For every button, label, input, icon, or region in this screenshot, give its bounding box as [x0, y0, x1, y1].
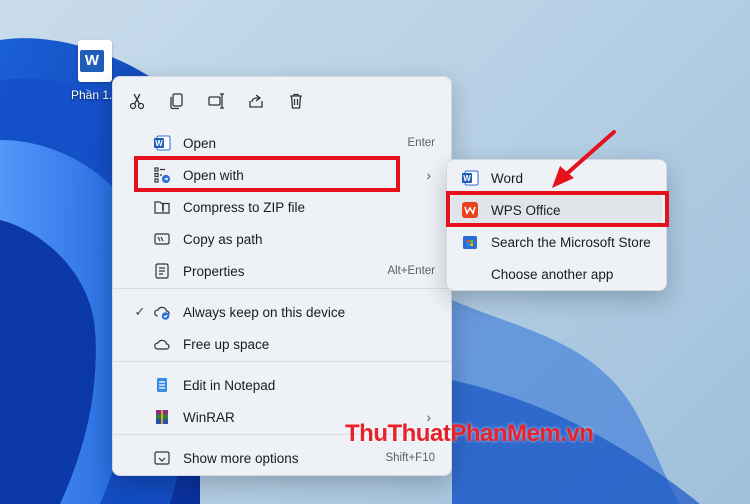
delete-icon[interactable]	[284, 89, 308, 113]
submenu-item-label: Search the Microsoft Store	[491, 234, 651, 250]
menu-item-keep-on-device[interactable]: ✓ Always keep on this device	[133, 297, 435, 327]
menu-item-free-up-space[interactable]: Free up space	[133, 329, 435, 359]
watermark-part: .vn	[560, 420, 594, 447]
submenu-item-label: Choose another app	[491, 266, 614, 282]
empty-icon-slot	[461, 265, 479, 283]
svg-text:W: W	[463, 174, 471, 183]
rename-icon[interactable]	[204, 89, 228, 113]
watermark-part: PhanMem	[450, 420, 561, 447]
zip-icon	[153, 198, 171, 216]
cloud-sync-icon	[153, 303, 171, 321]
menu-toolbar	[113, 77, 451, 123]
menu-item-label: Edit in Notepad	[183, 377, 276, 393]
properties-icon	[153, 262, 171, 280]
word-icon: W	[153, 134, 171, 152]
submenu-item-choose-another-app[interactable]: Choose another app	[451, 259, 662, 289]
menu-item-label: Free up space	[183, 336, 270, 352]
copy-path-icon	[153, 230, 171, 248]
share-icon[interactable]	[244, 89, 268, 113]
menu-item-compress-zip[interactable]: Compress to ZIP file	[133, 192, 435, 222]
store-icon	[461, 233, 479, 251]
annotation-arrow	[552, 130, 616, 188]
menu-item-label: Properties	[183, 263, 245, 279]
menu-item-copy-path[interactable]: Copy as path	[133, 224, 435, 254]
menu-separator	[113, 288, 451, 289]
cut-icon[interactable]	[125, 89, 149, 113]
context-menu: W Open Enter Open with › Compress to ZIP…	[112, 76, 452, 476]
menu-item-edit-notepad[interactable]: Edit in Notepad	[133, 370, 435, 400]
more-options-icon	[153, 449, 171, 467]
menu-item-accelerator: Enter	[407, 137, 436, 149]
word-document-icon: W	[78, 40, 112, 82]
watermark-part: Thuat	[387, 420, 451, 447]
word-icon: W	[461, 169, 479, 187]
menu-separator	[113, 361, 451, 362]
menu-item-open[interactable]: W Open Enter	[133, 128, 435, 158]
submenu-item-label: Word	[491, 170, 524, 186]
watermark: ThuThuatPhanMem.vn	[345, 420, 594, 448]
menu-item-properties[interactable]: Properties Alt+Enter	[133, 256, 435, 286]
menu-item-accelerator: Alt+Enter	[387, 265, 435, 277]
copy-icon[interactable]	[165, 89, 189, 113]
highlight-open-with	[134, 156, 400, 192]
winrar-icon	[153, 408, 171, 426]
menu-item-label: Show more options	[183, 450, 299, 466]
menu-item-label: Always keep on this device	[183, 304, 346, 320]
submenu-item-microsoft-store[interactable]: Search the Microsoft Store	[451, 227, 662, 257]
menu-item-accelerator: Shift+F10	[385, 452, 435, 464]
watermark-part: Thu	[345, 420, 388, 447]
checkmark-icon: ✓	[134, 304, 146, 319]
cloud-icon	[153, 335, 171, 353]
menu-item-label: Copy as path	[183, 231, 263, 247]
chevron-right-icon: ›	[426, 167, 431, 183]
svg-text:W: W	[155, 139, 163, 148]
menu-item-label: Open	[183, 135, 217, 151]
notepad-icon	[153, 376, 171, 394]
menu-item-label: Compress to ZIP file	[183, 199, 306, 215]
